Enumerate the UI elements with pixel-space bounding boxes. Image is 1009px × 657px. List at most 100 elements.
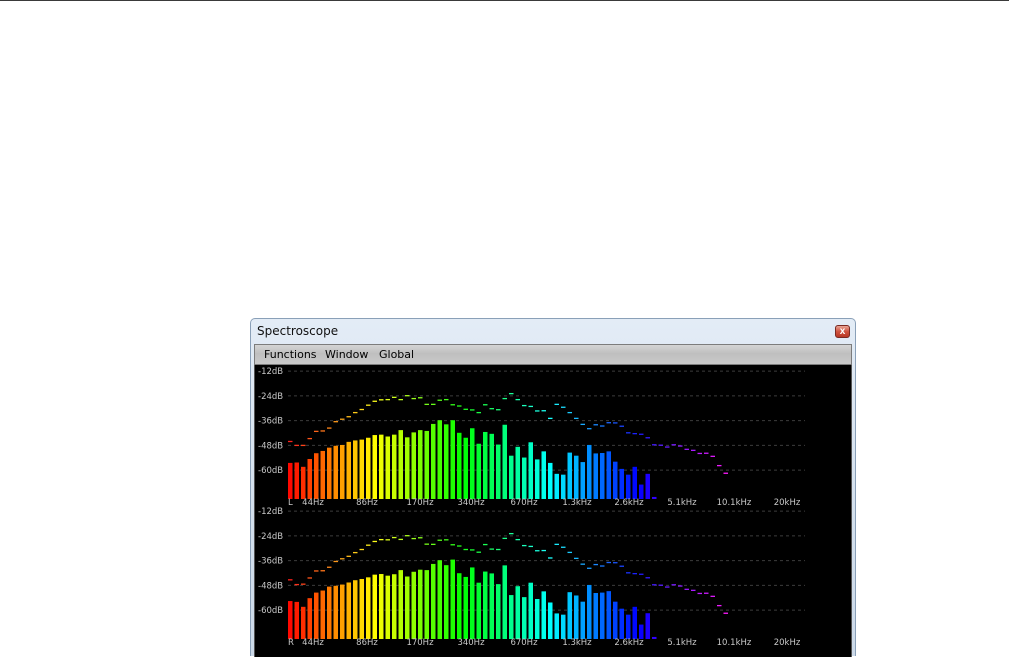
peak-mark <box>561 546 566 548</box>
peak-mark <box>314 570 319 572</box>
peak-mark <box>541 549 546 552</box>
x-tick-label: 340Hz <box>457 498 485 508</box>
peak-mark <box>509 532 514 535</box>
y-tick-label: -12dB <box>258 367 283 377</box>
close-button[interactable]: x <box>835 325 850 338</box>
spectrum-bar <box>327 586 332 639</box>
spectrum-bar <box>515 446 520 499</box>
peak-mark <box>314 430 319 433</box>
spectrum-bar <box>353 440 358 499</box>
peak-mark <box>372 540 377 543</box>
spectrum-bar <box>437 420 442 499</box>
peak-mark <box>515 538 520 541</box>
y-tick-label: -36dB <box>258 557 283 567</box>
spectrum-bar <box>600 453 605 499</box>
peak-mark <box>684 448 689 450</box>
y-tick-label: -60dB <box>258 466 283 476</box>
peak-mark <box>606 422 611 424</box>
title-bar[interactable]: Spectroscope x <box>251 319 855 343</box>
peak-mark <box>665 586 670 588</box>
peak-mark <box>600 425 605 427</box>
x-tick-label: 20kHz <box>774 498 801 508</box>
spectrum-bar <box>411 571 416 639</box>
peak-mark <box>496 548 501 551</box>
spectrum-bar <box>327 447 332 499</box>
peak-mark <box>437 539 442 541</box>
spectrum-bar <box>606 451 611 499</box>
peak-mark <box>658 444 663 446</box>
spectrum-bar <box>463 576 468 639</box>
peak-mark <box>554 403 559 406</box>
peak-mark <box>710 455 715 457</box>
spectrum-bar <box>301 606 306 639</box>
spectrum-bar <box>574 455 579 499</box>
spectrum-bar <box>639 484 644 499</box>
spectrum-bar <box>392 434 397 499</box>
window-title: Spectroscope <box>257 324 339 338</box>
peak-mark <box>574 417 579 420</box>
spectrum-bar <box>639 624 644 639</box>
spectrum-bar <box>652 496 657 499</box>
peak-mark <box>470 409 475 411</box>
peak-mark <box>554 543 559 546</box>
spectrum-bar <box>535 459 540 499</box>
spectrum-bar <box>528 582 533 639</box>
spectrum-bar <box>509 455 514 499</box>
spectrum-bar <box>457 573 462 639</box>
spectrum-bar <box>561 474 566 499</box>
spectrum-bar <box>314 453 319 499</box>
peak-mark <box>398 538 403 541</box>
peak-mark <box>522 404 527 407</box>
spectroscope-window: Spectroscope x Functions Window Global -… <box>250 318 856 657</box>
y-tick-label: -24dB <box>258 532 283 542</box>
peak-mark <box>340 418 345 420</box>
peak-mark <box>580 563 585 565</box>
peak-mark <box>320 430 325 432</box>
spectrum-bar <box>476 443 481 499</box>
close-icon: x <box>839 326 846 337</box>
spectrum-bar <box>379 574 384 639</box>
spectrum-bar <box>340 444 345 499</box>
spectrum-bar <box>632 466 637 499</box>
peak-mark <box>717 464 722 467</box>
peak-mark <box>652 584 657 586</box>
peak-mark <box>665 446 670 448</box>
peak-mark <box>593 563 598 566</box>
x-tick-label: 1.3kHz <box>562 638 592 648</box>
x-tick-label: 20kHz <box>774 638 801 648</box>
spectrum-bar <box>301 466 306 499</box>
spectrum-bar <box>645 473 650 499</box>
x-tick-label: 2.6kHz <box>614 638 644 648</box>
spectrum-bar <box>450 559 455 639</box>
spectrum-bar <box>457 432 462 499</box>
peak-mark <box>639 433 644 435</box>
peak-mark <box>476 551 481 553</box>
peak-mark <box>535 550 540 552</box>
peak-mark <box>658 584 663 586</box>
peak-mark <box>346 416 351 418</box>
menu-functions[interactable]: Functions <box>264 348 317 361</box>
peak-mark <box>639 573 644 575</box>
peak-mark <box>411 537 416 540</box>
spectrum-bar <box>561 614 566 639</box>
menu-global[interactable]: Global <box>379 348 414 361</box>
peak-mark <box>723 612 728 614</box>
spectrum-bar <box>528 442 533 499</box>
spectrum-bar <box>398 430 403 499</box>
peak-mark <box>535 410 540 412</box>
spectrum-bar <box>470 567 475 639</box>
peak-mark <box>671 444 676 446</box>
spectrum-bar <box>424 430 429 499</box>
peak-mark <box>359 408 364 411</box>
spectrum-bar <box>483 431 488 499</box>
spectrum-bar <box>483 571 488 639</box>
spectrum-bar <box>359 439 364 499</box>
x-tick-label: 86Hz <box>356 638 378 648</box>
peak-mark <box>619 425 624 427</box>
peak-mark <box>613 562 618 564</box>
peak-mark <box>392 536 397 539</box>
menu-window[interactable]: Window <box>325 348 368 361</box>
peak-mark <box>418 397 423 399</box>
spectrum-bar <box>411 432 416 499</box>
spectrum-bar <box>626 474 631 499</box>
